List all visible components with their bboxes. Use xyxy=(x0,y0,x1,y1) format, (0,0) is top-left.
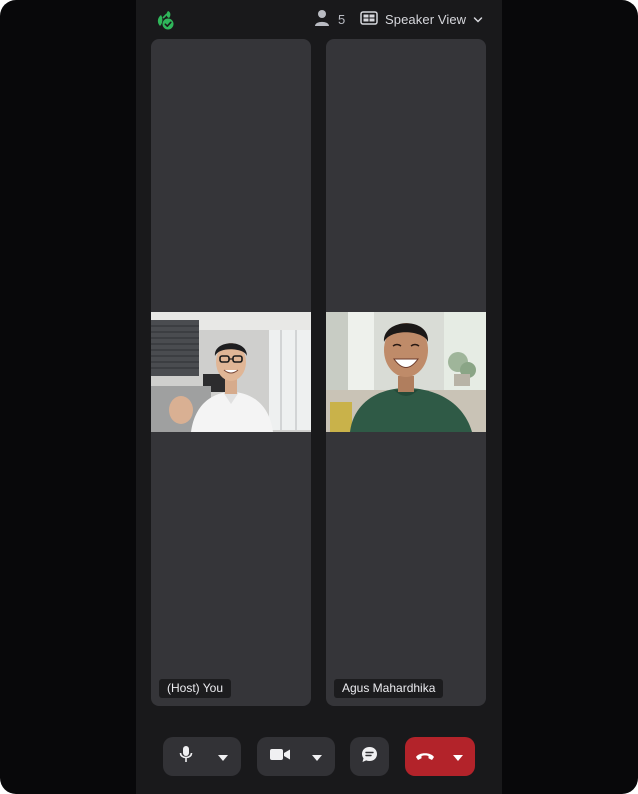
chat-bubble-icon xyxy=(361,746,378,768)
end-call-button[interactable] xyxy=(405,737,445,776)
mute-button[interactable] xyxy=(163,737,209,776)
chat-button[interactable] xyxy=(350,737,389,776)
caret-down-icon xyxy=(312,748,322,766)
participant-count: 5 xyxy=(338,11,346,27)
meeting-app: 5 Speaker View (Host) You Agus Mahardhik… xyxy=(136,0,502,794)
person-icon xyxy=(314,9,330,30)
call-controls xyxy=(136,737,502,777)
caret-down-icon xyxy=(218,748,228,766)
camera-options-button[interactable] xyxy=(303,737,331,776)
participant-name-tag: Agus Mahardhika xyxy=(334,679,444,698)
hang-up-icon xyxy=(415,748,435,766)
video-camera-icon xyxy=(270,748,290,766)
chevron-down-icon xyxy=(473,12,483,27)
participant-tile-agus[interactable]: Agus Mahardhika xyxy=(326,39,486,706)
microphone-icon xyxy=(179,745,193,768)
stop-video-button[interactable] xyxy=(257,737,303,776)
participant-tile-host[interactable]: (Host) You xyxy=(151,39,311,706)
participant-name-tag: (Host) You xyxy=(159,679,232,698)
window-frame: 5 Speaker View (Host) You Agus Mahardhik… xyxy=(0,0,638,794)
microphone-control xyxy=(163,737,241,776)
end-call-control xyxy=(405,737,475,776)
app-logo-icon xyxy=(152,9,176,31)
grid-layout-icon xyxy=(360,10,378,28)
caret-down-icon xyxy=(453,748,463,766)
agus-video-feed xyxy=(326,312,486,432)
host-video-feed xyxy=(151,312,311,432)
end-call-options-button[interactable] xyxy=(445,737,471,776)
speaker-view-dropdown[interactable]: Speaker View xyxy=(360,9,483,29)
camera-control xyxy=(257,737,335,776)
microphone-options-button[interactable] xyxy=(209,737,237,776)
view-label: Speaker View xyxy=(385,11,467,27)
participants-indicator[interactable]: 5 xyxy=(314,9,345,29)
